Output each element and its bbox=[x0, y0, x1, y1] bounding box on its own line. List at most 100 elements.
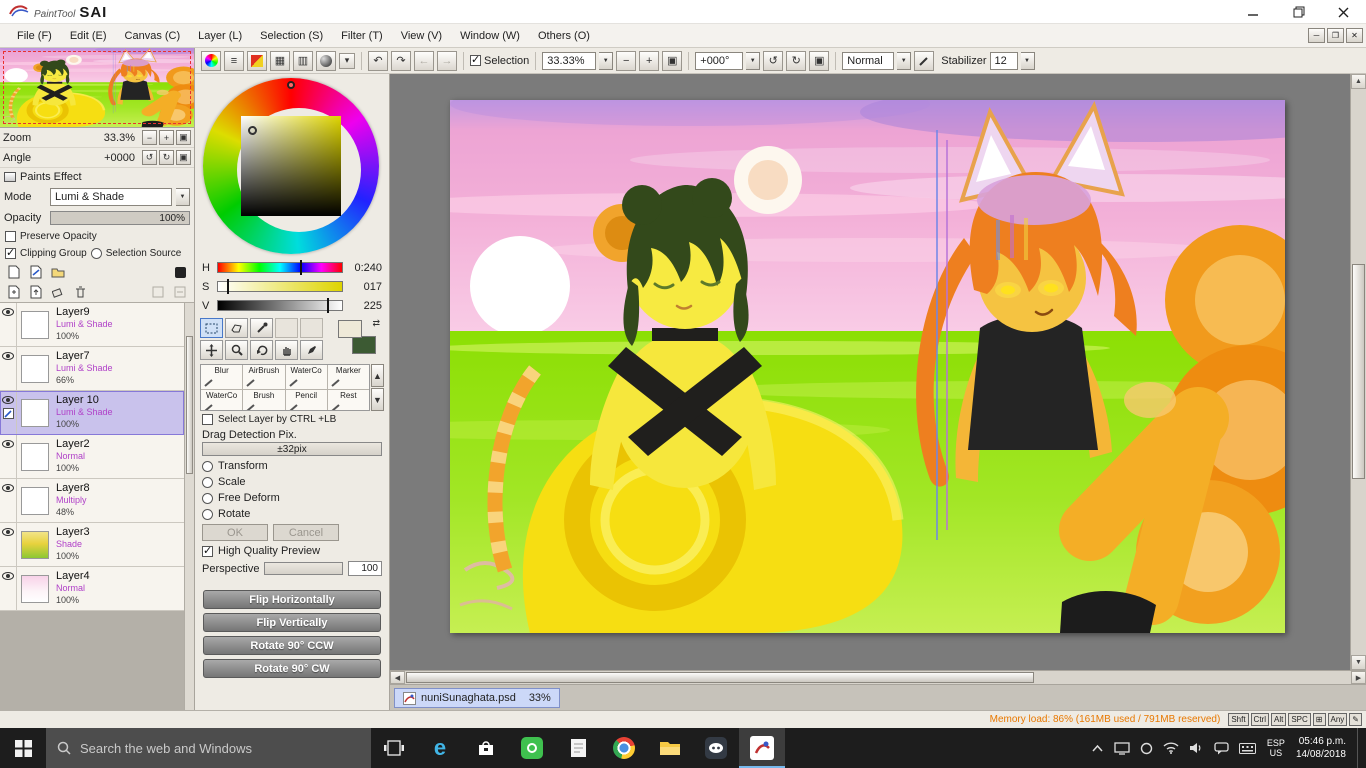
layer-mode-dropdown-icon[interactable]: ▼ bbox=[176, 187, 190, 206]
layer-row-layer3[interactable]: Layer3 Shade 100% bbox=[0, 523, 184, 567]
layer-row-layer2[interactable]: Layer2 Normal 100% bbox=[0, 435, 184, 479]
pen-tool[interactable] bbox=[300, 340, 323, 360]
menu-selection[interactable]: Selection (S) bbox=[251, 27, 332, 45]
taskbar-app-painttool-sai-active[interactable] bbox=[739, 728, 785, 768]
taskbar-app-chrome[interactable] bbox=[601, 728, 647, 768]
brush-grid-scroll-up[interactable]: ▲ bbox=[371, 364, 384, 387]
zoom-tool[interactable] bbox=[225, 340, 248, 360]
taskbar-app-explorer[interactable] bbox=[647, 728, 693, 768]
minimize-button[interactable] bbox=[1231, 0, 1276, 24]
canvas-artwork[interactable] bbox=[450, 100, 1285, 633]
nav-rotate-cw-button[interactable]: ↻ bbox=[159, 150, 174, 165]
taskbar-search-box[interactable]: Search the web and Windows bbox=[46, 728, 371, 768]
scroll-left-arrow[interactable]: ◀ bbox=[390, 671, 405, 684]
color-mixer-toggle-button[interactable] bbox=[247, 50, 267, 71]
rotate-cw-button[interactable]: ↻ bbox=[786, 50, 807, 71]
doc-restore-button[interactable]: ❐ bbox=[1327, 28, 1344, 43]
taskbar-app-edge[interactable]: e bbox=[417, 728, 463, 768]
new-layer-icon[interactable] bbox=[5, 264, 23, 280]
slider-marker[interactable] bbox=[299, 260, 302, 275]
wifi-icon[interactable] bbox=[1163, 742, 1179, 754]
swatches-toggle-button[interactable]: ▦ bbox=[270, 50, 290, 71]
rotate-90-ccw-button[interactable]: Rotate 90° CCW bbox=[203, 636, 381, 655]
hand-tool[interactable] bbox=[275, 340, 298, 360]
brush-tool-cell[interactable]: Marker bbox=[327, 365, 369, 389]
layer-row-layer8[interactable]: Layer8 Multiply 48% bbox=[0, 479, 184, 523]
flip-vertically-button[interactable]: Flip Vertically bbox=[203, 613, 381, 632]
brush-settings-button[interactable] bbox=[914, 50, 935, 71]
start-button[interactable] bbox=[0, 728, 46, 768]
visibility-eye-icon[interactable] bbox=[2, 308, 14, 316]
taskbar-app-store[interactable] bbox=[463, 728, 509, 768]
layer-thumbnail[interactable] bbox=[21, 354, 49, 383]
redo-button[interactable]: ↷ bbox=[391, 50, 411, 71]
layer-mode-select[interactable]: Lumi & Shade bbox=[50, 187, 172, 206]
rotate-90-cw-button[interactable]: Rotate 90° CW bbox=[203, 659, 381, 678]
layer-thumbnail[interactable] bbox=[21, 310, 49, 339]
brush-tool-cell[interactable]: Blur bbox=[201, 365, 243, 389]
brush-tool-cell[interactable]: Pencil bbox=[285, 390, 327, 410]
horizontal-scrollbar[interactable]: ◀ ▶ bbox=[390, 670, 1366, 684]
menu-view[interactable]: View (V) bbox=[392, 27, 451, 45]
language-indicator[interactable]: ESP US bbox=[1267, 738, 1285, 758]
drag-detection-slider[interactable]: ±32pix bbox=[202, 442, 382, 456]
scrollbar-thumb[interactable] bbox=[406, 672, 1034, 683]
scrollbar-thumb[interactable] bbox=[186, 335, 193, 474]
layer-thumbnail[interactable] bbox=[21, 574, 49, 603]
taskbar-app-notes[interactable] bbox=[555, 728, 601, 768]
visibility-eye-icon[interactable] bbox=[2, 484, 14, 492]
rotate-radio[interactable] bbox=[202, 508, 213, 520]
transform-radio[interactable] bbox=[202, 460, 213, 472]
zoom-dropdown-icon[interactable]: ▼ bbox=[599, 51, 614, 70]
sv-cursor[interactable] bbox=[248, 126, 257, 135]
close-button[interactable] bbox=[1321, 0, 1366, 24]
panel-dropdown-button[interactable]: ▾ bbox=[339, 52, 355, 69]
nav-angle-reset-button[interactable]: ▣ bbox=[176, 150, 191, 165]
slider-marker[interactable] bbox=[327, 298, 330, 313]
stabilizer-dropdown-icon[interactable]: ▼ bbox=[1020, 51, 1035, 70]
stabilizer-combo[interactable]: 12 bbox=[989, 51, 1018, 70]
cancel-button[interactable]: Cancel bbox=[273, 524, 339, 541]
visibility-eye-icon[interactable] bbox=[2, 396, 14, 404]
document-tab[interactable]: nuniSunaghata.psd 33% bbox=[394, 688, 560, 708]
eyedropper-tool[interactable] bbox=[250, 318, 273, 338]
taskbar-clock[interactable]: 05:46 p.m. 14/08/2018 bbox=[1296, 735, 1346, 761]
layer-row-layer4[interactable]: Layer4 Normal 100% bbox=[0, 567, 184, 611]
navigator-thumbnail[interactable] bbox=[0, 48, 194, 128]
scroll-down-arrow[interactable]: ▼ bbox=[1351, 655, 1366, 670]
taskbar-app-green[interactable] bbox=[509, 728, 555, 768]
layer-row-layer7[interactable]: Layer7 Lumi & Shade 66% bbox=[0, 347, 184, 391]
saturation-value-square[interactable] bbox=[241, 116, 341, 216]
menu-filter[interactable]: Filter (T) bbox=[332, 27, 392, 45]
nav-zoom-reset-button[interactable]: ▣ bbox=[176, 130, 191, 145]
zoom-out-button[interactable]: − bbox=[616, 50, 637, 71]
layer-row-layer9[interactable]: Layer9 Lumi & Shade 100% bbox=[0, 303, 184, 347]
background-color-swatch[interactable] bbox=[352, 336, 376, 354]
copy-layer-icon[interactable] bbox=[5, 284, 23, 300]
visibility-eye-icon[interactable] bbox=[2, 440, 14, 448]
rotate-view-tool[interactable] bbox=[250, 340, 273, 360]
new-linework-layer-icon[interactable] bbox=[27, 264, 45, 280]
history-back-button[interactable]: ← bbox=[414, 50, 434, 71]
layer-opacity-slider[interactable]: 100% bbox=[50, 210, 190, 225]
move-tool[interactable] bbox=[200, 340, 223, 360]
brush-grid-scroll-down[interactable]: ▼ bbox=[371, 388, 384, 411]
undo-button[interactable]: ↶ bbox=[368, 50, 388, 71]
scale-radio[interactable] bbox=[202, 476, 213, 488]
show-desktop-button[interactable] bbox=[1357, 728, 1362, 768]
blend-mode-dropdown-icon[interactable]: ▼ bbox=[897, 51, 912, 70]
layer-mask-icon[interactable] bbox=[171, 264, 189, 280]
task-view-button[interactable] bbox=[371, 728, 417, 768]
scroll-right-arrow[interactable]: ▶ bbox=[1351, 671, 1366, 684]
zoom-in-button[interactable]: + bbox=[639, 50, 660, 71]
zoom-reset-button[interactable]: ▣ bbox=[662, 50, 683, 71]
doc-minimize-button[interactable]: ─ bbox=[1308, 28, 1325, 43]
color-sliders-toggle-button[interactable]: ≡ bbox=[224, 50, 244, 71]
zoom-combo[interactable]: 33.33% bbox=[542, 51, 597, 70]
visibility-eye-icon[interactable] bbox=[2, 528, 14, 536]
hue-slider[interactable] bbox=[217, 260, 343, 275]
volume-icon[interactable] bbox=[1189, 742, 1204, 754]
menu-canvas[interactable]: Canvas (C) bbox=[116, 27, 190, 45]
rect-select-tool[interactable] bbox=[200, 318, 223, 338]
delete-layer-icon[interactable] bbox=[71, 284, 89, 300]
